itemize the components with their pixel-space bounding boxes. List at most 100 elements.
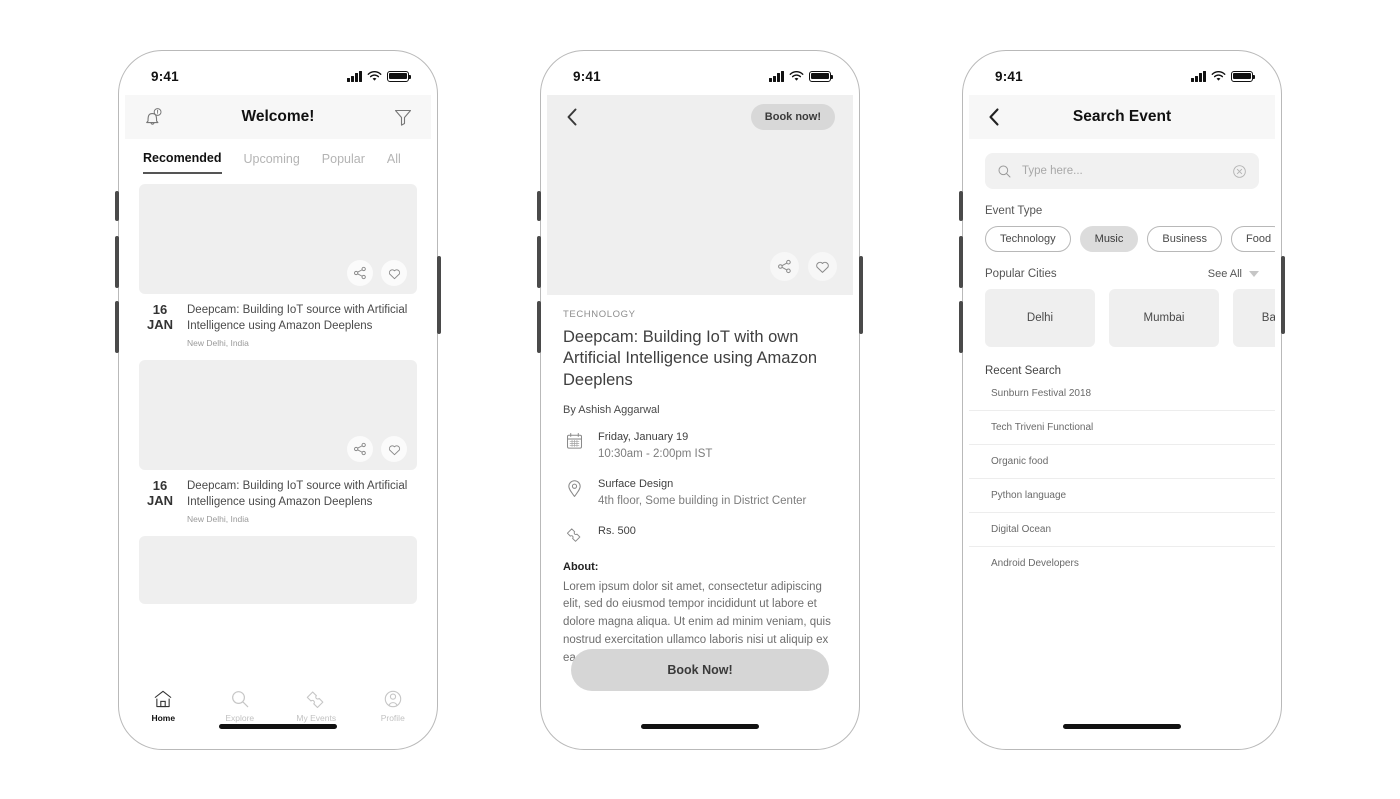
event-location: New Delhi, India xyxy=(187,514,249,525)
city-list: Delhi Mumbai Bangalore xyxy=(969,280,1275,347)
event-title: Deepcam: Building IoT source with Artifi… xyxy=(187,480,408,508)
filter-button[interactable] xyxy=(393,107,413,127)
tabbar-label-profile: Profile xyxy=(380,712,405,723)
list-item[interactable]: Python language xyxy=(969,479,1275,513)
book-now-pill[interactable]: Book now! xyxy=(750,104,835,130)
list-item[interactable]: Android Developers xyxy=(969,547,1275,580)
event-date-text: Friday, January 19 10:30am - 2:00pm IST xyxy=(598,430,712,463)
home-indicator xyxy=(219,724,337,729)
city-card-bangalore[interactable]: Bangalore xyxy=(1233,289,1275,347)
mute-switch[interactable] xyxy=(537,191,541,221)
wifi-icon xyxy=(367,70,382,81)
signal-bars-icon xyxy=(769,70,784,82)
event-card[interactable]: 16 JAN Deepcam: Building IoT source with… xyxy=(139,360,417,536)
event-day: 16 xyxy=(152,302,168,317)
volume-up-button[interactable] xyxy=(959,236,963,288)
ticket-icon xyxy=(566,527,580,542)
volume-up-button[interactable] xyxy=(537,236,541,288)
tab-upcoming[interactable]: Upcoming xyxy=(244,152,300,173)
city-card-mumbai[interactable]: Mumbai xyxy=(1109,289,1219,347)
heart-icon xyxy=(388,444,400,455)
share-button[interactable] xyxy=(347,260,373,286)
chip-music[interactable]: Music xyxy=(1079,226,1139,252)
chevron-down-icon xyxy=(1249,271,1259,277)
signal-bars-icon xyxy=(347,70,362,82)
ticket-icon-wrap xyxy=(563,524,585,543)
back-chevron-icon xyxy=(989,108,999,126)
event-date-row: Friday, January 19 10:30am - 2:00pm IST xyxy=(563,430,837,463)
city-card-delhi[interactable]: Delhi xyxy=(985,289,1095,347)
favorite-button[interactable] xyxy=(381,260,407,286)
battery-icon xyxy=(1231,70,1256,82)
chip-technology[interactable]: Technology xyxy=(985,226,1071,252)
mute-switch[interactable] xyxy=(959,191,963,221)
book-now-button[interactable]: Book Now! xyxy=(571,649,829,691)
see-all-button[interactable]: See All xyxy=(1208,268,1259,280)
popular-cities-header: Popular Cities See All xyxy=(969,268,1275,280)
list-item[interactable]: Organic food xyxy=(969,445,1275,479)
tabbar-item-profile[interactable]: Profile xyxy=(358,688,428,723)
event-info: 16 JAN Deepcam: Building IoT source with… xyxy=(139,294,417,360)
notification-bell-button[interactable] xyxy=(143,106,163,128)
heart-icon xyxy=(388,268,400,279)
share-button[interactable] xyxy=(770,252,799,281)
power-button[interactable] xyxy=(859,256,863,334)
tab-recomended[interactable]: Recomended xyxy=(143,151,222,174)
list-item[interactable]: Tech Triveni Functional xyxy=(969,411,1275,445)
tabbar-item-my-events[interactable]: My Events xyxy=(281,688,351,723)
share-icon xyxy=(354,442,366,456)
event-hero-image: Book now! xyxy=(547,95,853,295)
signal-bars-icon xyxy=(1191,70,1206,82)
volume-down-button[interactable] xyxy=(959,301,963,353)
tab-all[interactable]: All xyxy=(387,152,401,173)
home-icon xyxy=(154,690,172,707)
chip-business[interactable]: Business xyxy=(1147,226,1223,252)
event-info: 16 JAN Deepcam: Building IoT source with… xyxy=(139,470,417,536)
clear-circle-icon[interactable] xyxy=(1232,164,1247,179)
detail-navbar: Book now! xyxy=(547,95,853,139)
person-icon xyxy=(384,690,401,707)
phone-search: 9:41 Search Event Type here... Event Typ… xyxy=(959,50,1285,750)
event-time-line: 10:30am - 2:00pm IST xyxy=(598,448,713,461)
back-chevron-icon xyxy=(567,108,577,126)
home-screen: 9:41 Welcome! Recomended Upcoming Popula… xyxy=(125,57,431,743)
filter-funnel-icon xyxy=(394,109,412,126)
status-icons xyxy=(769,70,834,82)
list-item[interactable]: Digital Ocean xyxy=(969,513,1275,547)
share-button[interactable] xyxy=(347,436,373,463)
status-bar: 9:41 xyxy=(547,57,853,95)
event-thumbnail xyxy=(139,360,417,471)
event-list: 16 JAN Deepcam: Building IoT source with… xyxy=(125,174,431,605)
event-location: New Delhi, India xyxy=(187,338,249,349)
volume-up-button[interactable] xyxy=(115,236,119,288)
home-indicator xyxy=(641,724,759,729)
chip-food[interactable]: Food xyxy=(1231,226,1275,252)
event-card[interactable]: 16 JAN Deepcam: Building IoT source with… xyxy=(139,184,417,360)
event-title: Deepcam: Building IoT with own Artificia… xyxy=(563,328,818,389)
back-button[interactable] xyxy=(565,107,579,127)
back-button[interactable] xyxy=(987,107,1001,127)
search-input[interactable]: Type here... xyxy=(985,153,1259,189)
list-item[interactable]: Sunburn Festival 2018 xyxy=(969,377,1275,411)
volume-down-button[interactable] xyxy=(115,301,119,353)
detail-screen: 9:41 Book now! TECHNOLOGY Deepcam: Build… xyxy=(547,57,853,743)
event-address-line: 4th floor, Some building in District Cen… xyxy=(598,494,807,507)
event-author: By Ashish Aggarwal xyxy=(563,404,660,417)
screens-stage: 9:41 Welcome! Recomended Upcoming Popula… xyxy=(0,0,1400,799)
event-date: 16 JAN xyxy=(145,478,175,524)
power-button[interactable] xyxy=(1281,256,1285,334)
search-navbar: Search Event xyxy=(969,95,1275,139)
tabbar-item-explore[interactable]: Explore xyxy=(205,688,275,723)
event-date: 16 JAN xyxy=(145,302,175,348)
favorite-button[interactable] xyxy=(381,436,407,463)
favorite-button[interactable] xyxy=(808,252,837,281)
volume-down-button[interactable] xyxy=(537,301,541,353)
book-now-pill-label: Book now! xyxy=(750,104,835,130)
tab-popular[interactable]: Popular xyxy=(322,152,365,173)
power-button[interactable] xyxy=(437,256,441,334)
mute-switch[interactable] xyxy=(115,191,119,221)
tabbar-item-home[interactable]: Home xyxy=(128,688,198,723)
share-icon xyxy=(778,259,791,274)
event-detail: TECHNOLOGY Deepcam: Building IoT with ow… xyxy=(547,295,853,668)
card-actions xyxy=(347,260,407,286)
